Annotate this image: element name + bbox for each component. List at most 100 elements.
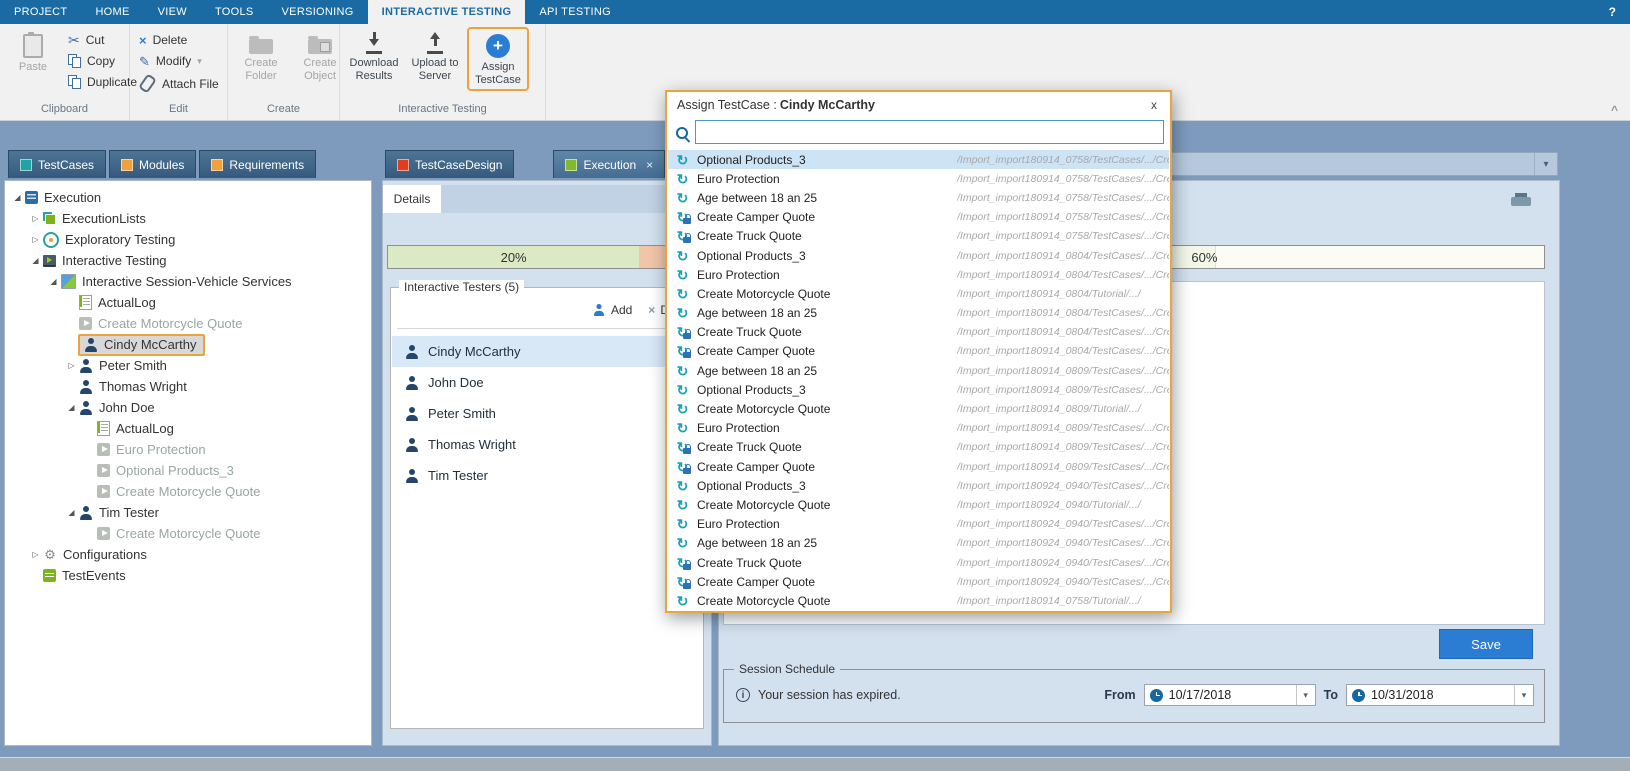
document-tab[interactable]: TestCaseDesign [385, 150, 514, 178]
document-tab[interactable]: TestCases [8, 150, 106, 178]
paste-button[interactable]: Paste [5, 27, 61, 76]
tester-row[interactable]: Thomas Wright [392, 429, 702, 460]
testcase-row[interactable]: Age between 18 an 25 /Import_import18091… [668, 361, 1169, 380]
testcase-row[interactable]: Create Motorcycle Quote /Import_import18… [668, 284, 1169, 303]
tree-item[interactable]: Optional Products_3 [5, 460, 371, 481]
tree-item[interactable]: ▷ Exploratory Testing [5, 229, 371, 250]
tree-expander-icon[interactable]: ▷ [29, 235, 42, 244]
tree-item[interactable]: Create Motorcycle Quote [5, 313, 371, 334]
tree-expander-icon[interactable]: ▷ [65, 361, 78, 370]
tree-item[interactable]: Cindy McCarthy [5, 334, 371, 355]
testcase-row[interactable]: Create Motorcycle Quote /Import_import18… [668, 591, 1169, 610]
testcase-path: /Import_import180914_0809/TestCases/.../… [957, 461, 1169, 473]
testcase-row[interactable]: Create Truck Quote /Import_import180914_… [668, 227, 1169, 246]
tree-item[interactable]: ActualLog [5, 418, 371, 439]
tester-row[interactable]: John Doe [392, 367, 702, 398]
download-results-button[interactable]: Download Results [345, 27, 403, 85]
testcase-row[interactable]: Euro Protection /Import_import180914_080… [668, 419, 1169, 438]
tree-item[interactable]: ▷ Peter Smith [5, 355, 371, 376]
tree-item[interactable]: ◢ John Doe [5, 397, 371, 418]
chevron-down-icon: ▾ [1534, 153, 1557, 175]
tree-item[interactable]: ▷ ⚙ Configurations [5, 544, 371, 565]
menubar-item[interactable]: PROJECT [0, 0, 81, 24]
document-tab[interactable]: Modules [109, 150, 196, 178]
chevron-down-icon[interactable]: ▾ [1296, 685, 1315, 705]
tree-item[interactable]: Euro Protection [5, 439, 371, 460]
testcase-row[interactable]: Create Camper Quote /Import_import180914… [668, 457, 1169, 476]
testcase-icon-cell [668, 555, 697, 571]
attach-file-button[interactable]: Attach File [135, 74, 223, 93]
tester-row[interactable]: Peter Smith [392, 398, 702, 429]
tree-item[interactable]: ActualLog [5, 292, 371, 313]
testcase-row[interactable]: Optional Products_3 /Import_import180914… [668, 246, 1169, 265]
tree-item[interactable]: ◢ Interactive Session-Vehicle Services [5, 271, 371, 292]
tree-expander-icon[interactable]: ◢ [11, 193, 24, 202]
testcase-row[interactable]: Optional Products_3 /Import_import180914… [668, 150, 1169, 169]
chevron-down-icon[interactable]: ▾ [1514, 685, 1533, 705]
testcase-row[interactable]: Euro Protection /Import_import180914_075… [668, 169, 1169, 188]
refresh-icon [677, 363, 689, 379]
tester-row[interactable]: Cindy McCarthy [392, 336, 702, 367]
tree-item[interactable]: TestEvents [5, 565, 371, 586]
save-button[interactable]: Save [1439, 629, 1533, 659]
testcase-row[interactable]: Age between 18 an 25 /Import_import18091… [668, 304, 1169, 323]
menubar-item[interactable]: API TESTING [525, 0, 625, 24]
menubar-item[interactable]: INTERACTIVE TESTING [368, 0, 526, 24]
tree-expander-icon[interactable]: ▷ [29, 550, 42, 559]
document-tab[interactable]: Requirements [199, 150, 316, 178]
tester-row[interactable]: Tim Tester [392, 460, 702, 491]
tree-item[interactable]: Thomas Wright [5, 376, 371, 397]
tab-details[interactable]: Details [383, 185, 441, 213]
tree-expander-icon[interactable]: ◢ [29, 256, 42, 265]
document-tab[interactable]: Execution × [553, 150, 665, 178]
printer-icon[interactable] [1511, 193, 1531, 209]
testcase-row[interactable]: Create Truck Quote /Import_import180924_… [668, 553, 1169, 572]
to-date-combobox[interactable]: 10/31/2018 ▾ [1346, 684, 1534, 706]
add-tester-button[interactable]: Add [592, 303, 632, 317]
upload-to-server-button[interactable]: Upload to Server [406, 27, 464, 85]
testcase-row[interactable]: Create Camper Quote /Import_import180924… [668, 572, 1169, 591]
ribbon-group-create: Create Folder Create Object Create [228, 24, 340, 120]
tree-expander-icon[interactable]: ▷ [29, 214, 42, 223]
session-progressbar: 20% [387, 245, 707, 269]
refresh-icon [677, 535, 689, 551]
tree-item[interactable]: Create Motorcycle Quote [5, 481, 371, 502]
assign-testcase-button[interactable]: + Assign TestCase [469, 29, 527, 89]
tree-item[interactable]: ▷ ExecutionLists [5, 208, 371, 229]
testcase-row[interactable]: Euro Protection /Import_import180924_094… [668, 515, 1169, 534]
tree-item[interactable]: ◢ Interactive Testing [5, 250, 371, 271]
help-button[interactable]: ? [1595, 0, 1630, 24]
testcase-row[interactable]: Optional Products_3 /Import_import180924… [668, 476, 1169, 495]
tree-item[interactable]: Create Motorcycle Quote [5, 523, 371, 544]
tree-expander-icon[interactable]: ◢ [47, 277, 60, 286]
testcase-row[interactable]: Create Truck Quote /Import_import180914_… [668, 323, 1169, 342]
ribbon-collapse-button[interactable]: ^ [1611, 103, 1618, 117]
testcase-row[interactable]: Age between 18 an 25 /Import_import18092… [668, 534, 1169, 553]
menubar-item[interactable]: VIEW [144, 0, 201, 24]
tree-expander-icon[interactable]: ◢ [65, 403, 78, 412]
close-icon[interactable]: x [1146, 98, 1162, 112]
modify-button[interactable]: ✎ Modify ▾ [135, 53, 223, 69]
testcase-row[interactable]: Create Motorcycle Quote /Import_import18… [668, 495, 1169, 514]
upload-to-server-label: Upload to Server [407, 57, 463, 83]
search-input[interactable] [695, 120, 1164, 144]
testcase-row[interactable]: Euro Protection /Import_import180914_080… [668, 265, 1169, 284]
menubar-item[interactable]: VERSIONING [268, 0, 368, 24]
from-date-combobox[interactable]: 10/17/2018 ▾ [1144, 684, 1316, 706]
testcase-row[interactable]: Create Camper Quote /Import_import180914… [668, 208, 1169, 227]
create-folder-button[interactable]: Create Folder [233, 27, 289, 85]
delete-button[interactable]: × Delete [135, 32, 223, 48]
menubar-item[interactable]: HOME [81, 0, 143, 24]
tree-expander-icon[interactable]: ◢ [65, 508, 78, 517]
menubar-item[interactable]: TOOLS [201, 0, 268, 24]
tree-item[interactable]: ◢ Execution [5, 187, 371, 208]
testcase-name: Euro Protection [697, 421, 957, 435]
tree-item[interactable]: ◢ Tim Tester [5, 502, 371, 523]
testcase-row[interactable]: Optional Products_3 /Import_import180914… [668, 380, 1169, 399]
testcase-row[interactable]: Create Camper Quote /Import_import180914… [668, 342, 1169, 361]
testcase-row[interactable]: Age between 18 an 25 /Import_import18091… [668, 188, 1169, 207]
tab-close-icon[interactable]: × [646, 158, 653, 172]
tree-item-box: Create Motorcycle Quote [96, 523, 261, 544]
testcase-row[interactable]: Create Motorcycle Quote /Import_import18… [668, 399, 1169, 418]
testcase-row[interactable]: Create Truck Quote /Import_import180914_… [668, 438, 1169, 457]
